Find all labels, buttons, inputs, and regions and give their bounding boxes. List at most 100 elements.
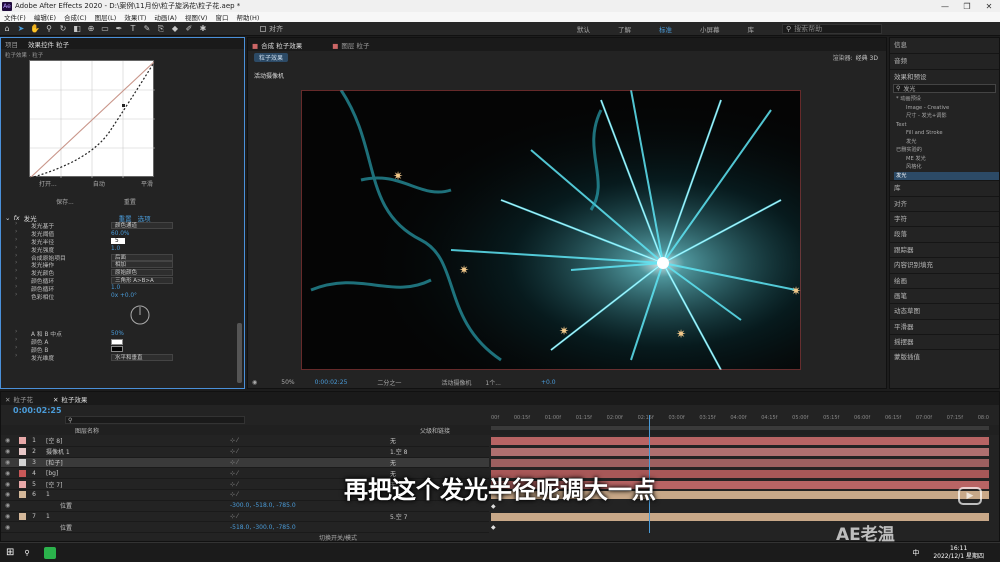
property-value[interactable]: 1.0 <box>111 246 120 252</box>
property-dropdown[interactable]: 后面 <box>111 253 173 261</box>
active-comp-chip[interactable]: 粒子效果 <box>254 52 289 62</box>
clock[interactable]: 16:11 2022/12/1 星期四 <box>933 545 984 561</box>
layer-name[interactable]: [空 8] <box>40 436 230 445</box>
menu-help[interactable]: 帮助(H) <box>236 12 259 22</box>
camera-tool-icon[interactable]: ◧ <box>71 23 83 35</box>
phase-dial[interactable] <box>129 304 151 326</box>
eye-icon[interactable]: ◉ <box>1 513 17 520</box>
tree-item[interactable]: 发光 <box>894 171 999 181</box>
label-color-swatch[interactable] <box>19 458 26 466</box>
work-area-bar[interactable] <box>491 426 989 430</box>
close-icon[interactable]: ✕ <box>5 396 10 404</box>
puppet-tool-icon[interactable]: ✱ <box>197 23 209 35</box>
menu-window[interactable]: 窗口 <box>215 12 228 22</box>
camera-snapshot-icon[interactable]: ◉ <box>252 379 257 386</box>
workspace-default[interactable]: 默认 <box>577 24 590 34</box>
label-color-swatch[interactable] <box>19 437 26 445</box>
switches[interactable]: ⊹ ⁄ <box>230 437 390 444</box>
text-tool-icon[interactable]: T <box>127 23 139 35</box>
panel-item[interactable]: 跟踪器 <box>890 241 999 257</box>
panel-item[interactable]: 平滑器 <box>890 318 999 334</box>
panel-item[interactable]: 字符 <box>890 210 999 226</box>
layer-name[interactable]: 位置 <box>40 523 230 532</box>
effect-reset-link[interactable]: 重置 <box>119 213 132 223</box>
windows-start-icon[interactable]: ⊞ <box>6 547 14 558</box>
menu-view[interactable]: 视图(V) <box>185 12 208 22</box>
workspace-small[interactable]: 小屏幕 <box>700 24 720 34</box>
workspace-standard[interactable]: 标准 <box>659 24 672 34</box>
save-button[interactable]: 保存... <box>56 197 74 206</box>
panel-item[interactable]: 摇摆器 <box>890 334 999 349</box>
keyframe-icon[interactable]: ◆ <box>491 524 496 531</box>
label-color-swatch[interactable] <box>19 448 26 456</box>
label-color-swatch[interactable] <box>19 524 26 531</box>
menu-edit[interactable]: 编辑(E) <box>34 12 56 22</box>
panel-item[interactable]: 绘画 <box>890 272 999 288</box>
parent-dropdown[interactable]: 1.空 8 <box>390 447 430 456</box>
tree-item[interactable]: 风格化 <box>894 163 999 172</box>
effects-search[interactable]: ⚲ 发光 <box>893 84 996 94</box>
tab-project[interactable]: 项目 <box>5 39 18 49</box>
rotate-tool-icon[interactable]: ↻ <box>57 23 69 35</box>
panel-item[interactable]: 库 <box>890 180 999 195</box>
layer-duration-bar[interactable] <box>491 513 989 521</box>
color-swatch[interactable] <box>111 338 123 345</box>
tree-item[interactable]: Text <box>894 121 999 130</box>
toggle-switches-label[interactable]: 切换开关/模式 <box>319 533 357 542</box>
resolution-dropdown[interactable]: 二分之一 <box>377 378 401 387</box>
layer-row[interactable]: ◉ 1 [空 8] ⊹ ⁄ 无 <box>1 436 489 447</box>
color-swatch[interactable] <box>111 346 123 353</box>
panel-item[interactable]: 内容识别填充 <box>890 257 999 272</box>
panel-item[interactable]: 蒙版插值 <box>890 349 999 364</box>
tree-item[interactable]: ME 发光 <box>894 155 999 164</box>
workspace-library[interactable]: 库 <box>748 24 755 34</box>
renderer-value[interactable]: 经典 3D <box>856 53 878 62</box>
property-dropdown[interactable]: 颜色通道 <box>111 222 173 230</box>
effects-presets-title[interactable]: 效果和预设 <box>890 68 999 84</box>
switches[interactable]: ⊹ ⁄ <box>230 513 390 520</box>
auto-button[interactable]: 自动 <box>93 179 105 188</box>
menu-layer[interactable]: 图层(L) <box>95 12 117 22</box>
smooth-button[interactable]: 平滑 <box>141 179 153 188</box>
property-dropdown[interactable]: 相加 <box>111 261 173 269</box>
hand-tool-icon[interactable]: ✋ <box>29 23 41 35</box>
property-value[interactable]: 0x +0.0° <box>111 293 137 299</box>
layer-name[interactable]: 摄像机 1 <box>40 447 230 456</box>
parent-dropdown[interactable]: 无 <box>390 436 430 445</box>
eraser-tool-icon[interactable]: ◆ <box>169 23 181 35</box>
curve-point[interactable] <box>122 104 125 107</box>
zoom-dropdown[interactable]: 50% <box>281 379 294 386</box>
fx-icon[interactable]: fx <box>13 214 19 222</box>
minimize-button[interactable]: — <box>934 2 956 11</box>
label-color-swatch[interactable] <box>19 512 26 520</box>
panel-item[interactable]: 段落 <box>890 226 999 241</box>
eye-icon[interactable]: ◉ <box>1 524 17 531</box>
layer-name[interactable]: 1 <box>40 513 230 520</box>
panel-audio[interactable]: 音频 <box>890 53 999 68</box>
tree-item[interactable]: Image - Creative <box>894 104 999 113</box>
tree-item[interactable]: * 动画预设 <box>894 95 999 104</box>
switches[interactable]: ⊹ ⁄ <box>230 448 390 455</box>
property-dropdown[interactable]: 水平和垂直 <box>111 353 173 361</box>
tab-timeline-2[interactable]: ✕ 粒子效果 <box>53 394 87 404</box>
reset-curve-button[interactable]: 重置 <box>124 197 136 206</box>
expand-icon[interactable]: ⌄ <box>5 214 10 222</box>
mask-tool-icon[interactable]: ▭ <box>99 23 111 35</box>
menu-file[interactable]: 文件(F) <box>4 12 26 22</box>
language-indicator[interactable]: 中 <box>912 548 919 558</box>
layer-row[interactable]: ◉ 7 1 ⊹ ⁄ 5.空 7 <box>1 512 489 523</box>
panel-item[interactable]: 画笔 <box>890 287 999 303</box>
clone-tool-icon[interactable]: ⎘ <box>155 23 167 35</box>
snap-toggle[interactable]: 对齐 <box>260 24 283 34</box>
menu-animation[interactable]: 动画(A) <box>154 12 177 22</box>
eye-icon[interactable]: ◉ <box>1 437 17 444</box>
property-row[interactable]: ◉ 位置 -518.0, -300.0, -785.0 <box>1 522 489 534</box>
open-button[interactable]: 打开... <box>39 179 57 188</box>
timeline-current-time[interactable]: 0:00:02:25 <box>13 406 62 415</box>
search-icon[interactable]: ⚲ <box>24 549 29 557</box>
help-search[interactable]: ⚲ 搜索帮助 <box>782 23 882 34</box>
tree-item[interactable]: 已删实验的 <box>894 146 999 155</box>
eye-icon[interactable]: ◉ <box>1 459 17 466</box>
time-ruler[interactable]: 00f 00:15f 01:00f 01:15f 02:00f 02:15f 03:00f 0… <box>491 415 989 425</box>
property-value[interactable]: 50% <box>111 331 124 337</box>
